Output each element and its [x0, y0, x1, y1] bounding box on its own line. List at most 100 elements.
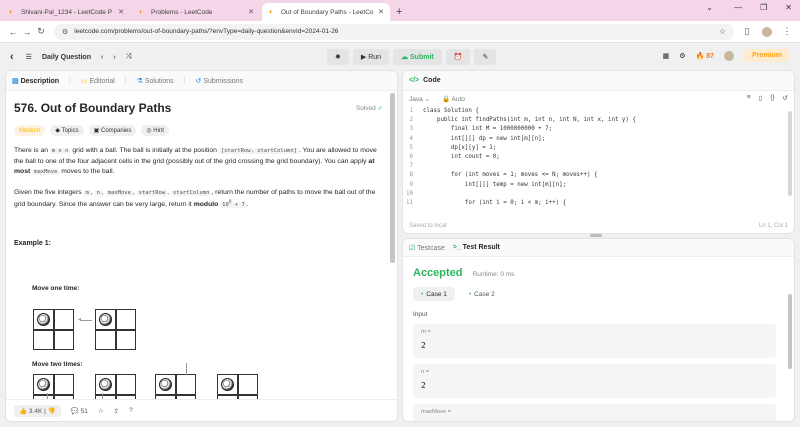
test-scrollbar[interactable]: [788, 294, 792, 369]
companies-tag[interactable]: ▣ Companies: [88, 125, 137, 136]
leetcode-favicon-icon: ◖: [138, 7, 143, 16]
browser-tab-3[interactable]: ◖ Out of Boundary Paths - LeetCo ✕: [262, 3, 390, 21]
hint-tag[interactable]: ◎ Hint: [141, 125, 169, 136]
tab-editorial[interactable]: ▭ Editorial: [81, 77, 115, 85]
line-number: 9: [409, 181, 414, 188]
code-text: int[][] dp = new int[m][n];: [423, 135, 546, 142]
arrow-up: [186, 363, 187, 375]
share-icon[interactable]: ⇪: [114, 407, 119, 415]
tab-submissions[interactable]: ↺ Submissions: [195, 77, 243, 85]
help-icon[interactable]: ?: [129, 407, 133, 414]
grid-diagram: [155, 374, 196, 401]
site-settings-icon[interactable]: ⚙: [62, 28, 68, 36]
code-line: 1 class Solution {: [403, 107, 794, 116]
streak-counter[interactable]: 🔥 87: [696, 52, 714, 60]
layout-grid-icon[interactable]: ▦: [663, 52, 670, 60]
reset-icon[interactable]: ↺: [783, 94, 788, 102]
restore-icon[interactable]: ❐: [760, 3, 767, 12]
case-1-tab[interactable]: • Case 1: [413, 287, 455, 301]
thumbs-up-icon: 👍: [19, 407, 28, 415]
browser-tab-2[interactable]: ◖ Problems - LeetCode ✕: [132, 3, 260, 21]
description-tabs: ▤ Description | ▭ Editorial | ⚗ Solution…: [6, 71, 397, 91]
minimize-icon[interactable]: —: [734, 3, 742, 12]
grid-diagram: [33, 309, 74, 350]
saved-status: Saved to local: [409, 223, 447, 229]
text: Given the five integers: [14, 188, 84, 196]
tab-testcase[interactable]: ☑ Testcase: [409, 244, 445, 252]
solved-status: Solved ✓: [356, 104, 383, 112]
menu-kebab-icon[interactable]: ⋮: [780, 26, 794, 37]
tab-label: Editorial: [89, 77, 115, 85]
url-text: leetcode.com/problems/out-of-boundary-pa…: [74, 28, 339, 35]
submit-button[interactable]: ☁ Submit: [393, 49, 442, 65]
bookmark-star-icon[interactable]: ☆: [719, 27, 726, 36]
code-line: 5 dp[x][y] = 1;: [403, 144, 794, 153]
soccer-ball-icon: [221, 378, 234, 391]
timer-button[interactable]: ⏰: [445, 49, 471, 65]
avatar[interactable]: [724, 50, 735, 61]
code-text: public int findPaths(int m, int n, int N…: [423, 117, 636, 124]
line-number: 4: [409, 135, 414, 142]
language-select[interactable]: Java ⌄: [409, 95, 430, 103]
code-text: int[][] temp = new int[m][n];: [423, 181, 567, 188]
browser-tab-1[interactable]: ◖ Shivani-Pal_1234 - LeetCode P ✕: [2, 3, 130, 21]
description-scrollbar[interactable]: [390, 93, 395, 263]
inline-code: [startRow, startColumn]: [218, 148, 299, 154]
problem-list-icon[interactable]: ☰: [26, 53, 32, 61]
code-text: dp[x][y] = 1;: [423, 144, 497, 151]
reload-icon[interactable]: ↻: [34, 26, 48, 37]
tab-description[interactable]: ▤ Description: [12, 77, 59, 85]
braces-icon[interactable]: {}: [770, 94, 774, 102]
format-icon[interactable]: ≡: [747, 94, 751, 102]
tab-test-result[interactable]: >_ Test Result: [453, 244, 500, 251]
text: + 7: [231, 201, 245, 208]
line-number: 5: [409, 144, 414, 151]
comments-button[interactable]: 💬 51: [71, 407, 88, 415]
close-icon[interactable]: ✕: [248, 8, 254, 16]
code-editor[interactable]: 1 class Solution { 2 public int findPaths…: [403, 107, 794, 215]
address-bar: ← → ↻ ⚙ leetcode.com/problems/out-of-bou…: [0, 21, 800, 43]
tab-solutions[interactable]: ⚗ Solutions: [137, 77, 174, 85]
browser-tabbar: ◖ Shivani-Pal_1234 - LeetCode P ✕ ◖ Prob…: [0, 0, 800, 21]
text: 10: [222, 201, 229, 208]
variable-value: 2: [421, 341, 426, 350]
leetcode-logo-icon[interactable]: ‹: [10, 51, 14, 63]
bookmark-icon[interactable]: ▯: [759, 94, 763, 102]
shuffle-icon[interactable]: ⤨: [126, 53, 132, 61]
panel-resize-handle[interactable]: [590, 234, 602, 237]
like-button[interactable]: 👍 3.4K | 👎: [14, 404, 61, 417]
chevron-down-icon[interactable]: ⌄: [706, 3, 713, 12]
run-button[interactable]: ▶ Run: [352, 49, 390, 65]
url-field[interactable]: ⚙ leetcode.com/problems/out-of-boundary-…: [54, 23, 734, 40]
code-line: 11 for (int i = 0; i < m; i++) {: [403, 199, 794, 208]
prev-problem-icon[interactable]: ‹: [101, 54, 103, 61]
code-tab-label[interactable]: Code: [423, 77, 441, 84]
mode-label: Auto: [451, 96, 465, 103]
case-2-tab[interactable]: • Case 2: [461, 287, 503, 301]
grid-diagram: [33, 374, 74, 401]
submit-label: Submit: [410, 53, 434, 61]
forward-icon[interactable]: →: [20, 27, 34, 37]
auto-mode-toggle[interactable]: 🔒 Auto: [442, 95, 465, 103]
close-icon[interactable]: ✕: [118, 8, 124, 16]
lightbulb-icon: ◎: [146, 128, 154, 134]
topics-tag[interactable]: ◆ Topics: [50, 125, 84, 136]
daily-question-label[interactable]: Daily Question: [42, 54, 91, 61]
avatar[interactable]: [762, 26, 772, 37]
back-icon[interactable]: ←: [6, 27, 20, 37]
input-variable-box: n = 2: [413, 364, 776, 398]
close-icon[interactable]: ✕: [378, 8, 384, 16]
gear-icon[interactable]: ⚙: [679, 52, 685, 60]
new-tab-icon[interactable]: +: [396, 3, 402, 21]
editor-scrollbar[interactable]: [788, 111, 792, 196]
premium-button[interactable]: Premium: [744, 49, 790, 62]
notes-button[interactable]: ✎: [474, 49, 497, 65]
editor-footer: Saved to local Ln 1, Col 1: [403, 219, 794, 233]
close-window-icon[interactable]: ✕: [785, 3, 792, 12]
sidepanel-icon[interactable]: ▯: [740, 26, 754, 37]
star-icon[interactable]: ☆: [98, 407, 104, 415]
code-line: 6 int count = 0;: [403, 153, 794, 162]
debug-button[interactable]: ✹: [327, 49, 349, 65]
tab-label: Description: [20, 77, 60, 85]
next-problem-icon[interactable]: ›: [113, 54, 115, 61]
